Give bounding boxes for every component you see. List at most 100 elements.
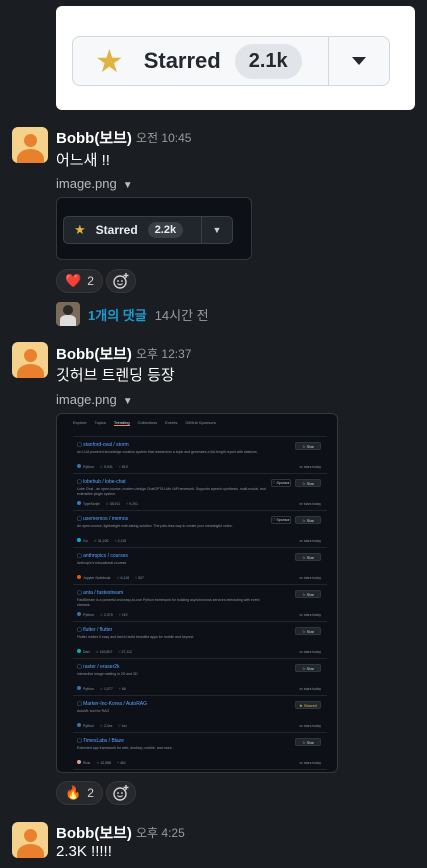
author-name[interactable]: Bobb(보브) xyxy=(56,822,132,843)
trending-tabs: Explore Topics Trending Collections Events Gi… xyxy=(73,420,216,426)
repo-stars: ☆ 2,3xx xyxy=(99,723,113,728)
repo-description: An LLM-powered knowledge curation system… xyxy=(77,450,258,454)
stars-today: xx stars today xyxy=(299,761,321,765)
add-emoji-icon xyxy=(113,273,129,289)
reply-count-link[interactable]: 1개의 댓글 xyxy=(88,305,147,324)
repo-forks: ⑂ 2,115 xyxy=(114,538,127,543)
repo-description: Flutter makes it easy and fast to build … xyxy=(77,635,194,639)
timestamp[interactable]: 오후 12:37 xyxy=(136,345,191,362)
repo-name: ▢ Marker-Inc-Korea / AutoRAG xyxy=(77,701,148,707)
repo-description: FastStream is a powerful and easy-to-use… xyxy=(77,598,260,607)
stars-today: xx stars today xyxy=(299,502,321,506)
file-name-toggle[interactable]: image.png ▼ xyxy=(56,392,133,407)
trending-repo-row: ▢ anthropics / courses Anthropic's educat… xyxy=(73,547,327,584)
message-text: 어느새 !! xyxy=(56,152,110,169)
trending-tab: GitHub Sponsors xyxy=(185,420,216,425)
avatar[interactable] xyxy=(12,127,48,163)
repo-description: Lobe Chat - an open-source, modern-desig… xyxy=(77,487,266,496)
starred-label: Starred xyxy=(143,48,221,73)
language-dot xyxy=(77,649,81,653)
thread-replies[interactable]: 1개의 댓글 14시간 전 xyxy=(56,302,209,326)
repo-forks: ⑂ 119 xyxy=(118,612,128,617)
star-button: ☆ Star xyxy=(295,442,321,450)
repo-stars: ☆ 31,226 xyxy=(93,538,109,543)
add-emoji-icon xyxy=(113,785,129,801)
language-dot xyxy=(77,538,81,542)
sponsor-button: ♡ Sponsor xyxy=(271,516,291,524)
language-dot xyxy=(77,686,81,690)
repo-forks: ⑂ 66 xyxy=(118,686,126,691)
repo-language: Jupyter Notebook xyxy=(77,575,110,580)
repo-stars: ☆ 2,370 xyxy=(99,612,113,617)
repo-forks: ⑂ 507 xyxy=(135,575,144,580)
caret-down-icon: ▼ xyxy=(122,180,133,191)
trending-repo-row: ▢ TimesLabs / Blaze Extended app framewor… xyxy=(73,732,327,769)
repo-stars: ☆ 9,041 xyxy=(99,464,113,469)
repo-description: Extended app framework for web, desktop,… xyxy=(77,746,173,750)
star-count: 2.2k xyxy=(147,222,184,238)
stars-today: xx stars today xyxy=(299,687,321,691)
language-dot xyxy=(77,501,81,505)
author-name[interactable]: Bobb(보브) xyxy=(56,343,132,364)
repo-description: Interactive image matting in 2D and 3D xyxy=(77,672,138,676)
repo-description: AutoML tool for RAG xyxy=(77,709,110,713)
star-button: ☆ Star xyxy=(295,516,321,524)
star-button: ☆ Star xyxy=(295,553,321,561)
trending-repo-row: ▢ usememos / memos An open-source, lightw… xyxy=(73,510,327,547)
heart-emoji-icon: ❤️ xyxy=(65,273,82,288)
message-text: 2.3K !!!!! xyxy=(56,843,112,860)
reaction-count: 2 xyxy=(87,274,94,288)
caret-down-icon xyxy=(329,57,389,65)
repo-forks: ⑂ 1xx xyxy=(118,723,127,728)
add-reaction-button[interactable] xyxy=(106,781,136,805)
starred-main: ★ Starred 2.1k xyxy=(73,37,329,85)
image-attachment[interactable]: ★ Starred 2.2k ▼ xyxy=(56,197,252,260)
trending-tab: Topics xyxy=(94,420,106,425)
repo-name: ▢ flutter / flutter xyxy=(77,627,113,633)
repo-meta: Python ☆ 2,3xx ⑂ 1xx xyxy=(77,723,127,728)
repo-meta: TypeScript ☆ 38,911 ⑂ 9,201 xyxy=(77,501,138,506)
star-button: ☆ Star xyxy=(295,627,321,635)
repo-forks: ⑂ 9,201 xyxy=(126,501,138,506)
repo-meta: Go ☆ 31,226 ⑂ 2,115 xyxy=(77,538,126,543)
fire-emoji-icon: 🔥 xyxy=(65,785,82,800)
trending-repo-row: ▢ lobehub / lobe-chat Lobe Chat - an open… xyxy=(73,473,327,510)
stars-today: xx stars today xyxy=(299,613,321,617)
author-name[interactable]: Bobb(보브) xyxy=(56,127,132,148)
stars-today: xx stars today xyxy=(299,724,321,728)
image-attachment-starred[interactable]: ★ Starred 2.1k xyxy=(56,6,415,110)
avatar[interactable] xyxy=(12,342,48,378)
language-dot xyxy=(77,464,81,468)
repo-stars: ☆ 6,118 xyxy=(116,575,130,580)
repo-stars: ☆ 38,911 xyxy=(105,501,121,506)
avatar[interactable] xyxy=(12,822,48,858)
star-button: ☆ Star xyxy=(295,479,321,487)
repo-name: ▢ lobehub / lobe-chat xyxy=(77,479,126,485)
reaction-fire[interactable]: 🔥 2 xyxy=(56,781,103,805)
star-button: ☆ Star xyxy=(295,590,321,598)
image-attachment-trending[interactable]: Explore Topics Trending Collections Events Gi… xyxy=(56,413,338,773)
reply-avatar xyxy=(56,302,80,326)
trending-repo-row: ▢ flutter / flutter Flutter makes it easy… xyxy=(73,621,327,658)
stars-today: xx stars today xyxy=(299,576,321,580)
repo-meta: Python ☆ 2,370 ⑂ 119 xyxy=(77,612,127,617)
repo-stars: ☆ 12,988 xyxy=(96,760,112,765)
repo-description: An open-source, lightweight note-taking … xyxy=(77,524,233,528)
repo-language: Dart xyxy=(77,649,90,654)
sponsor-button: ♡ Sponsor xyxy=(271,479,291,487)
add-reaction-button[interactable] xyxy=(106,269,136,293)
repo-language: Python xyxy=(77,612,94,617)
starred-button-preview: ★ Starred 2.1k xyxy=(72,36,390,86)
trending-repo-row: ▢ anta / fastestream FastStream is a powe… xyxy=(73,584,327,621)
timestamp[interactable]: 오후 4:25 xyxy=(136,824,185,841)
trending-tab: Trending xyxy=(113,420,130,426)
star-button: ★ Starred xyxy=(295,701,321,709)
timestamp[interactable]: 오전 10:45 xyxy=(136,129,191,146)
reply-time: 14시간 전 xyxy=(154,307,209,323)
reaction-heart[interactable]: ❤️ 2 xyxy=(56,269,103,293)
trending-repo-list: ▢ stanford-oval / storm An LLM-powered kn… xyxy=(73,436,327,772)
repo-language: TypeScript xyxy=(77,501,100,506)
file-name-toggle[interactable]: image.png ▼ xyxy=(56,176,133,191)
repo-forks: ⑂ 819 xyxy=(118,464,128,469)
repo-meta: Python ☆ 1,077 ⑂ 66 xyxy=(77,686,126,691)
